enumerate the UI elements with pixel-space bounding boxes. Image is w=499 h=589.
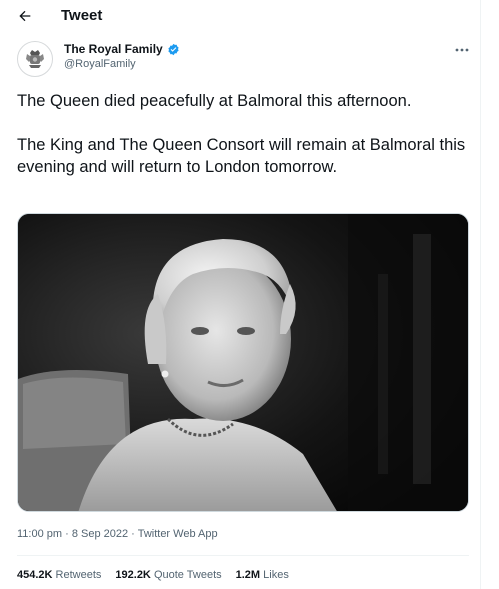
tweet-source[interactable]: Twitter Web App [138,528,218,540]
engagement-stats: 454.2K Retweets 192.2K Quote Tweets 1.2M… [17,569,289,581]
quote-tweets-count: 192.2K [115,569,151,581]
retweets-label: Retweets [55,569,102,581]
likes-label: Likes [263,569,289,581]
retweets-count: 454.2K [17,569,53,581]
portrait-photo [18,214,468,511]
retweets-stat[interactable]: 454.2K Retweets [17,569,101,581]
timestamp-separator: · [62,528,72,540]
tweet-photo[interactable] [17,213,469,512]
author-handle[interactable]: @RoyalFamily [64,58,136,70]
tweet-timestamp: 11:00 pm · 8 Sep 2022 · Twitter Web App [17,528,218,540]
avatar[interactable] [17,41,53,77]
top-bar: Tweet [0,0,481,33]
more-horizontal-icon [455,48,469,52]
more-options-button[interactable] [452,44,472,56]
author-name[interactable]: The Royal Family [64,42,180,56]
likes-stat[interactable]: 1.2M Likes [236,569,289,581]
likes-count: 1.2M [235,569,261,581]
quote-tweets-label: Quote Tweets [153,569,222,581]
verified-badge-icon [168,43,179,55]
page-title: Tweet [61,7,103,24]
timestamp-separator: · [128,528,138,540]
tweet-time[interactable]: 11:00 pm [17,528,62,540]
tweet-detail-panel: Tweet The Royal Family @RoyalFamily The … [0,0,481,589]
author-name-text: The Royal Family [64,42,163,56]
royal-crest-icon [26,50,44,68]
tweet-date[interactable]: 8 Sep 2022 [72,528,128,540]
quote-tweets-stat[interactable]: 192.2K Quote Tweets [115,569,221,581]
arrow-left-icon [19,10,31,22]
divider [17,555,469,556]
back-button[interactable] [14,5,36,27]
tweet-text: The Queen died peacefully at Balmoral th… [17,92,466,176]
